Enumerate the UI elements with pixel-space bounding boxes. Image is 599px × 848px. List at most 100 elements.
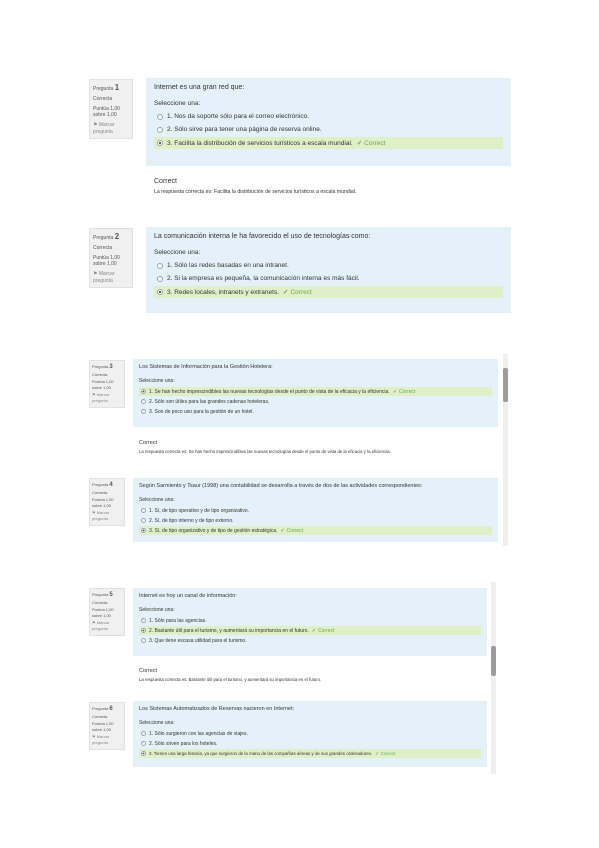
check-icon: ✓ [356, 140, 363, 147]
answer-prompt: Seleccione una: [139, 378, 175, 384]
answer-option-3[interactable]: 3. Sí, de tipo organizativo y de tipo de… [139, 526, 492, 535]
flag-question-link[interactable]: ⚑ Marcar pregunta [92, 510, 122, 521]
radio-button[interactable] [141, 409, 146, 414]
answer-option-label: 1. Sí, de tipo operativo y de tipo organ… [149, 507, 250, 514]
flag-question-link[interactable]: ⚑ Marcar pregunta [92, 392, 122, 403]
answer-option-3[interactable]: 3. Son de poco uso para la gestión de un… [139, 407, 492, 416]
answer-prompt: Seleccione una: [154, 249, 201, 256]
quiz-block-1: Pregunta 1 Correcta Puntúa 1,00 sobre 1,… [0, 0, 599, 330]
question-state: Correcta [92, 372, 108, 378]
question-state: Correcta [93, 244, 113, 251]
radio-button[interactable] [157, 126, 163, 133]
answer-option-label: 2. Sí, de tipo interno y de tipo externo… [149, 517, 234, 524]
answer-option-label: 3. Tienen una larga historia, ya que sur… [149, 751, 373, 756]
answer-option-label: 2. Sólo sirven para los hoteles. [149, 740, 218, 747]
answer-option-label: 3. Redes locales, intranets y extranets. [167, 288, 280, 296]
radio-button[interactable] [141, 741, 146, 746]
question-grade: Puntúa 1,00 sobre 1,00 [92, 497, 114, 508]
question-state: Correcta [93, 95, 113, 102]
answer-option-label: 3. Facilita la distribución de servicios… [167, 139, 353, 147]
radio-button[interactable] [141, 628, 146, 633]
scrollbar-thumb[interactable] [503, 368, 508, 402]
answer-option-1[interactable]: 1. Sólo para las agencias. [139, 616, 481, 625]
answer-option-1[interactable]: 1. Nos da soporte sólo para el correo el… [154, 111, 503, 122]
answer-option-label: 1. Nos da soporte sólo para el correo el… [167, 113, 309, 120]
flag-icon: ⚑ [92, 620, 96, 626]
question-text: Los Sistemas de Información para la Gest… [139, 364, 273, 370]
correct-marker: Correct [318, 627, 335, 634]
question-number-value: 1 [114, 83, 120, 92]
answer-option-2[interactable]: 2. Bastante útil para el turismo, y aume… [139, 626, 481, 635]
radio-button[interactable] [141, 508, 146, 513]
answer-option-label: 3. Sí, de tipo organizativo y de tipo de… [149, 527, 278, 534]
answer-option-label: 3. Son de poco uso para la gestión de un… [149, 408, 254, 415]
radio-button[interactable] [141, 731, 146, 736]
question-grade: Puntúa 1,00 sobre 1,00 [92, 607, 114, 618]
question-number: Pregunta 6 [92, 705, 122, 713]
flag-icon: ⚑ [92, 392, 96, 398]
question-feedback-5: Correct La respuesta correcta es: Bastan… [133, 664, 487, 690]
question-number-value: 5 [109, 592, 113, 598]
answer-option-label: 1. Se han hecho imprescindibles las nuev… [149, 388, 390, 395]
answer-option-2[interactable]: 2. Si la empresa es pequeña, la comunica… [154, 273, 503, 284]
question-info-1: Pregunta 1 Correcta Puntúa 1,00 sobre 1,… [89, 79, 133, 139]
answer-option-label: 2. Sólo son útiles para las grandes cade… [149, 398, 270, 405]
answer-option-2[interactable]: 2. Sólo son útiles para las grandes cade… [139, 397, 492, 406]
scrollbar[interactable] [503, 354, 508, 546]
radio-button[interactable] [141, 528, 146, 533]
question-text: Internet es hoy un canal de información: [139, 593, 237, 599]
question-state: Correcta [92, 714, 108, 720]
question-text: Internet es una gran red que: [154, 84, 245, 91]
flag-question-link[interactable]: ⚑ Marcar pregunta [92, 734, 122, 745]
scrollbar[interactable] [491, 582, 496, 774]
feedback-title: Correct [154, 178, 177, 185]
answer-option-3[interactable]: 3. Facilita la distribución de servicios… [154, 137, 503, 149]
answer-option-2[interactable]: 2. Sólo sirven para los hoteles. [139, 739, 481, 748]
answer-option-label: 2. Si la empresa es pequeña, la comunica… [167, 275, 360, 282]
feedback-title: Correct [139, 668, 158, 674]
answer-prompt: Seleccione una: [139, 720, 175, 726]
quiz-block-2: Pregunta 3 Correcta Puntúa 1,00 sobre 1,… [0, 350, 599, 550]
answer-option-1[interactable]: 1. Se han hecho imprescindibles las nuev… [139, 387, 492, 396]
radio-button[interactable] [157, 289, 163, 295]
answer-option-2[interactable]: 2. Sí, de tipo interno y de tipo externo… [139, 516, 492, 525]
radio-button[interactable] [157, 140, 163, 146]
radio-button[interactable] [141, 638, 146, 643]
answer-option-1[interactable]: 1. Sólo las redes basadas en una intrane… [154, 260, 503, 271]
radio-button[interactable] [141, 751, 146, 756]
question-info-3: Pregunta 3 Correcta Puntúa 1,00 sobre 1,… [89, 360, 125, 408]
scrollbar-thumb[interactable] [491, 646, 496, 676]
answer-option-1[interactable]: 1. Sólo surgieron con las agencias de vi… [139, 729, 481, 738]
answer-option-1[interactable]: 1. Sí, de tipo operativo y de tipo organ… [139, 506, 492, 515]
flag-question-link[interactable]: ⚑ Marcar pregunta [92, 620, 122, 631]
answer-prompt: Seleccione una: [154, 100, 201, 107]
correct-marker: Correct [290, 288, 312, 296]
question-title: Pregunta [92, 482, 109, 487]
flag-question-link[interactable]: ⚑ Marcar pregunta [93, 271, 129, 285]
question-grade: Puntúa 1,00 sobre 1,00 [93, 105, 120, 119]
answer-option-3[interactable]: 3. Redes locales, intranets y extranets.… [154, 286, 503, 298]
question-number-value: 2 [114, 232, 120, 241]
radio-button[interactable] [141, 399, 146, 404]
flag-icon: ⚑ [92, 510, 96, 516]
question-content-6: Los Sistemas Automatizados de Reservas n… [133, 701, 487, 767]
question-grade: Puntúa 1,00 sobre 1,00 [93, 254, 120, 268]
question-feedback-3: Correct La respuesta correcta es: Se han… [133, 436, 498, 462]
flag-question-link[interactable]: ⚑ Marcar pregunta [93, 122, 129, 136]
radio-button[interactable] [157, 275, 163, 282]
check-icon: ✓ [311, 627, 317, 634]
radio-button[interactable] [157, 262, 163, 269]
flag-label: Marcar pregunta [93, 271, 115, 284]
answer-option-3[interactable]: 3. Que tiene escasa utilidad para el tur… [139, 636, 481, 645]
answer-prompt: Seleccione una: [139, 497, 175, 503]
answer-option-2[interactable]: 2. Sólo sirve para tener una página de r… [154, 124, 503, 135]
radio-button[interactable] [141, 389, 146, 394]
radio-button[interactable] [141, 518, 146, 523]
radio-button[interactable] [157, 113, 163, 120]
question-info-4: Pregunta 4 Correcta Puntúa 1,00 sobre 1,… [89, 478, 125, 526]
flag-label: Marcar pregunta [93, 122, 115, 135]
question-number-value: 3 [109, 364, 113, 370]
radio-button[interactable] [141, 618, 146, 623]
answer-option-label: 2. Sólo sirve para tener una página de r… [167, 126, 322, 133]
answer-option-3[interactable]: 3. Tienen una larga historia, ya que sur… [139, 749, 481, 758]
